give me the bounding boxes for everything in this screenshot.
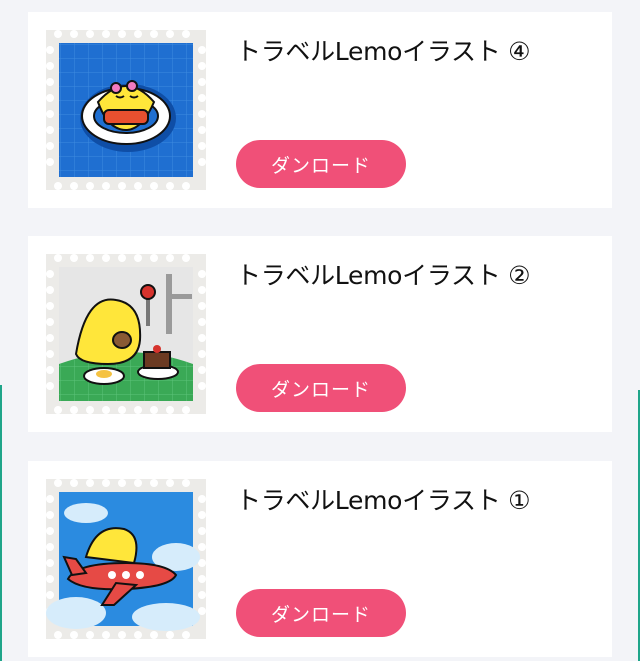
illustration-list: トラベルLemoイラスト ④ ダンロード トラベルLemoイラスト ② ダンロー…	[0, 0, 640, 661]
download-button[interactable]: ダンロード	[236, 589, 406, 637]
illustration-card: トラベルLemoイラスト ④ ダンロード	[28, 12, 612, 208]
lemo-breakfast-icon[interactable]	[46, 254, 206, 414]
illustration-title: トラベルLemoイラスト ①	[236, 486, 531, 515]
lemo-airplane-icon[interactable]	[46, 479, 206, 639]
download-button[interactable]: ダンロード	[236, 364, 406, 412]
illustration-title: トラベルLemoイラスト ②	[236, 261, 531, 290]
lemo-swim-ring-icon[interactable]	[46, 30, 206, 190]
illustration-title: トラベルLemoイラスト ④	[236, 37, 531, 66]
illustration-card: トラベルLemoイラスト ② ダンロード	[28, 236, 612, 432]
left-edge-accent	[0, 385, 2, 661]
illustration-card: トラベルLemoイラスト ① ダンロード	[28, 461, 612, 657]
download-button[interactable]: ダンロード	[236, 140, 406, 188]
